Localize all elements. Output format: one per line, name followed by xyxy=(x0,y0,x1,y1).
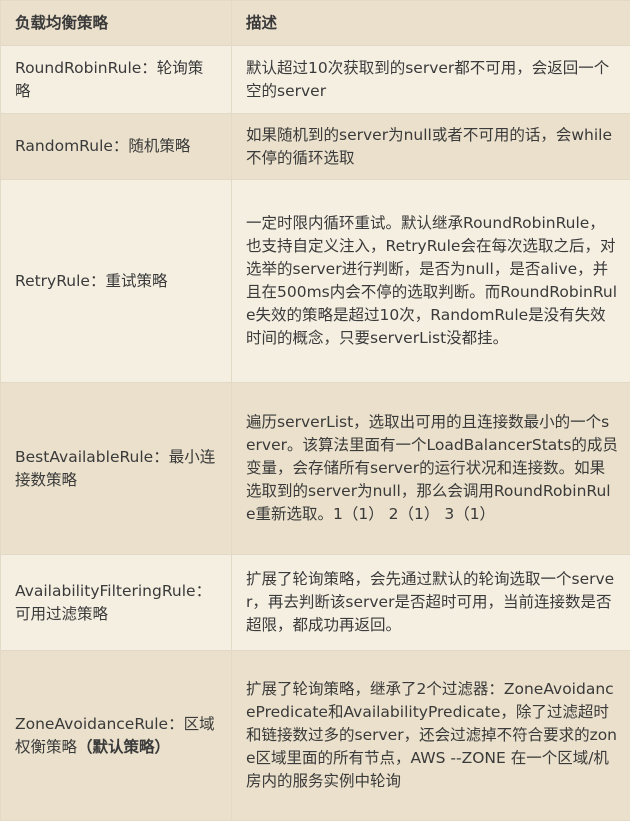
strategy-description-cell: 一定时限内循环重试。默认继承RoundRobinRule，也支持自定义注入，Re… xyxy=(232,180,630,383)
strategy-description-cell: 扩展了轮询策略，会先通过默认的轮询选取一个server，再去判断该server是… xyxy=(232,555,630,651)
column-header-description: 描述 xyxy=(232,1,630,46)
strategy-description-cell: 如果随机到的server为null或者不可用的话，会while不停的循环选取 xyxy=(232,114,630,180)
load-balancing-table: 负载均衡策略 描述 RoundRobinRule：轮询策略 默认超过10次获取到… xyxy=(0,0,630,821)
strategy-description-cell: 遍历serverList，选取出可用的且连接数最小的一个server。该算法里面… xyxy=(232,383,630,555)
column-header-strategy: 负载均衡策略 xyxy=(1,1,232,46)
table-row: RandomRule：随机策略 如果随机到的server为null或者不可用的话… xyxy=(1,114,630,180)
table-row: AvailabilityFilteringRule：可用过滤策略 扩展了轮询策略… xyxy=(1,555,630,651)
table-row: BestAvailableRule：最小连接数策略 遍历serverList，选… xyxy=(1,383,630,555)
strategy-name-cell: RandomRule：随机策略 xyxy=(1,114,232,180)
strategy-description-cell: 扩展了轮询策略，继承了2个过滤器：ZoneAvoidancePredicate和… xyxy=(232,651,630,821)
table-row: RoundRobinRule：轮询策略 默认超过10次获取到的server都不可… xyxy=(1,46,630,114)
header-row: 负载均衡策略 描述 xyxy=(1,1,630,46)
table-row: ZoneAvoidanceRule：区域权衡策略（默认策略） 扩展了轮询策略，继… xyxy=(1,651,630,821)
strategy-name: AvailabilityFilteringRule：可用过滤策略 xyxy=(15,582,211,623)
strategy-name: BestAvailableRule：最小连接数策略 xyxy=(15,448,215,489)
strategy-name: RoundRobinRule：轮询策略 xyxy=(15,59,203,100)
strategy-name: RetryRule：重试策略 xyxy=(15,272,167,290)
default-strategy-note: （默认策略） xyxy=(77,738,170,756)
strategy-name-cell: AvailabilityFilteringRule：可用过滤策略 xyxy=(1,555,232,651)
strategy-name-cell: RetryRule：重试策略 xyxy=(1,180,232,383)
strategy-table: 负载均衡策略 描述 RoundRobinRule：轮询策略 默认超过10次获取到… xyxy=(0,0,630,821)
strategy-name-cell: ZoneAvoidanceRule：区域权衡策略（默认策略） xyxy=(1,651,232,821)
table-row: RetryRule：重试策略 一定时限内循环重试。默认继承RoundRobinR… xyxy=(1,180,630,383)
strategy-description-cell: 默认超过10次获取到的server都不可用，会返回一个空的server xyxy=(232,46,630,114)
strategy-name-cell: BestAvailableRule：最小连接数策略 xyxy=(1,383,232,555)
strategy-name-cell: RoundRobinRule：轮询策略 xyxy=(1,46,232,114)
strategy-name: RandomRule：随机策略 xyxy=(15,137,190,155)
